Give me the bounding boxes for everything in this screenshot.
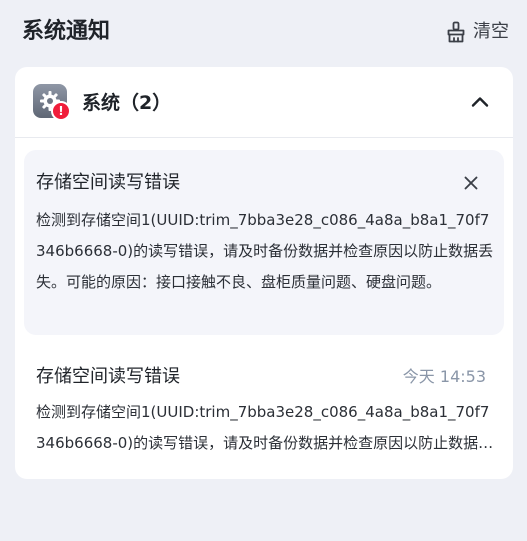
- close-icon: [464, 176, 478, 190]
- broom-icon: [445, 21, 467, 43]
- chevron-up-icon: [471, 97, 489, 107]
- clear-all-button[interactable]: 清空: [445, 18, 509, 46]
- notification-item[interactable]: 存储空间读写错误 今天 14:53 检测到存储空间1(UUID:trim_7bb…: [24, 352, 504, 472]
- notification-title: 存储空间读写错误: [36, 172, 180, 193]
- dismiss-button[interactable]: [460, 172, 482, 194]
- group-title: 系统（2）: [82, 92, 172, 114]
- notification-group-panel: ! 系统（2） 存储空间读写错误 检测到存储空间1(UUID:trim_7bba…: [15, 67, 513, 479]
- group-header[interactable]: ! 系统（2）: [15, 67, 513, 138]
- notification-timestamp: 今天 14:53: [402, 367, 486, 386]
- notification-title: 存储空间读写错误: [36, 366, 180, 387]
- notification-body: 检测到存储空间1(UUID:trim_7bba3e28_c086_4a8a_b8…: [36, 211, 494, 291]
- system-app-icon: !: [33, 84, 71, 121]
- clear-label: 清空: [473, 21, 509, 42]
- page-title: 系统通知: [22, 19, 111, 44]
- alert-badge-icon: !: [51, 101, 71, 121]
- notification-header: 系统通知 清空: [0, 0, 527, 66]
- collapse-button[interactable]: [469, 91, 491, 113]
- notification-card-expanded[interactable]: 存储空间读写错误 检测到存储空间1(UUID:trim_7bba3e28_c08…: [24, 150, 504, 335]
- notification-body: 检测到存储空间1(UUID:trim_7bba3e28_c086_4a8a_b8…: [36, 403, 494, 452]
